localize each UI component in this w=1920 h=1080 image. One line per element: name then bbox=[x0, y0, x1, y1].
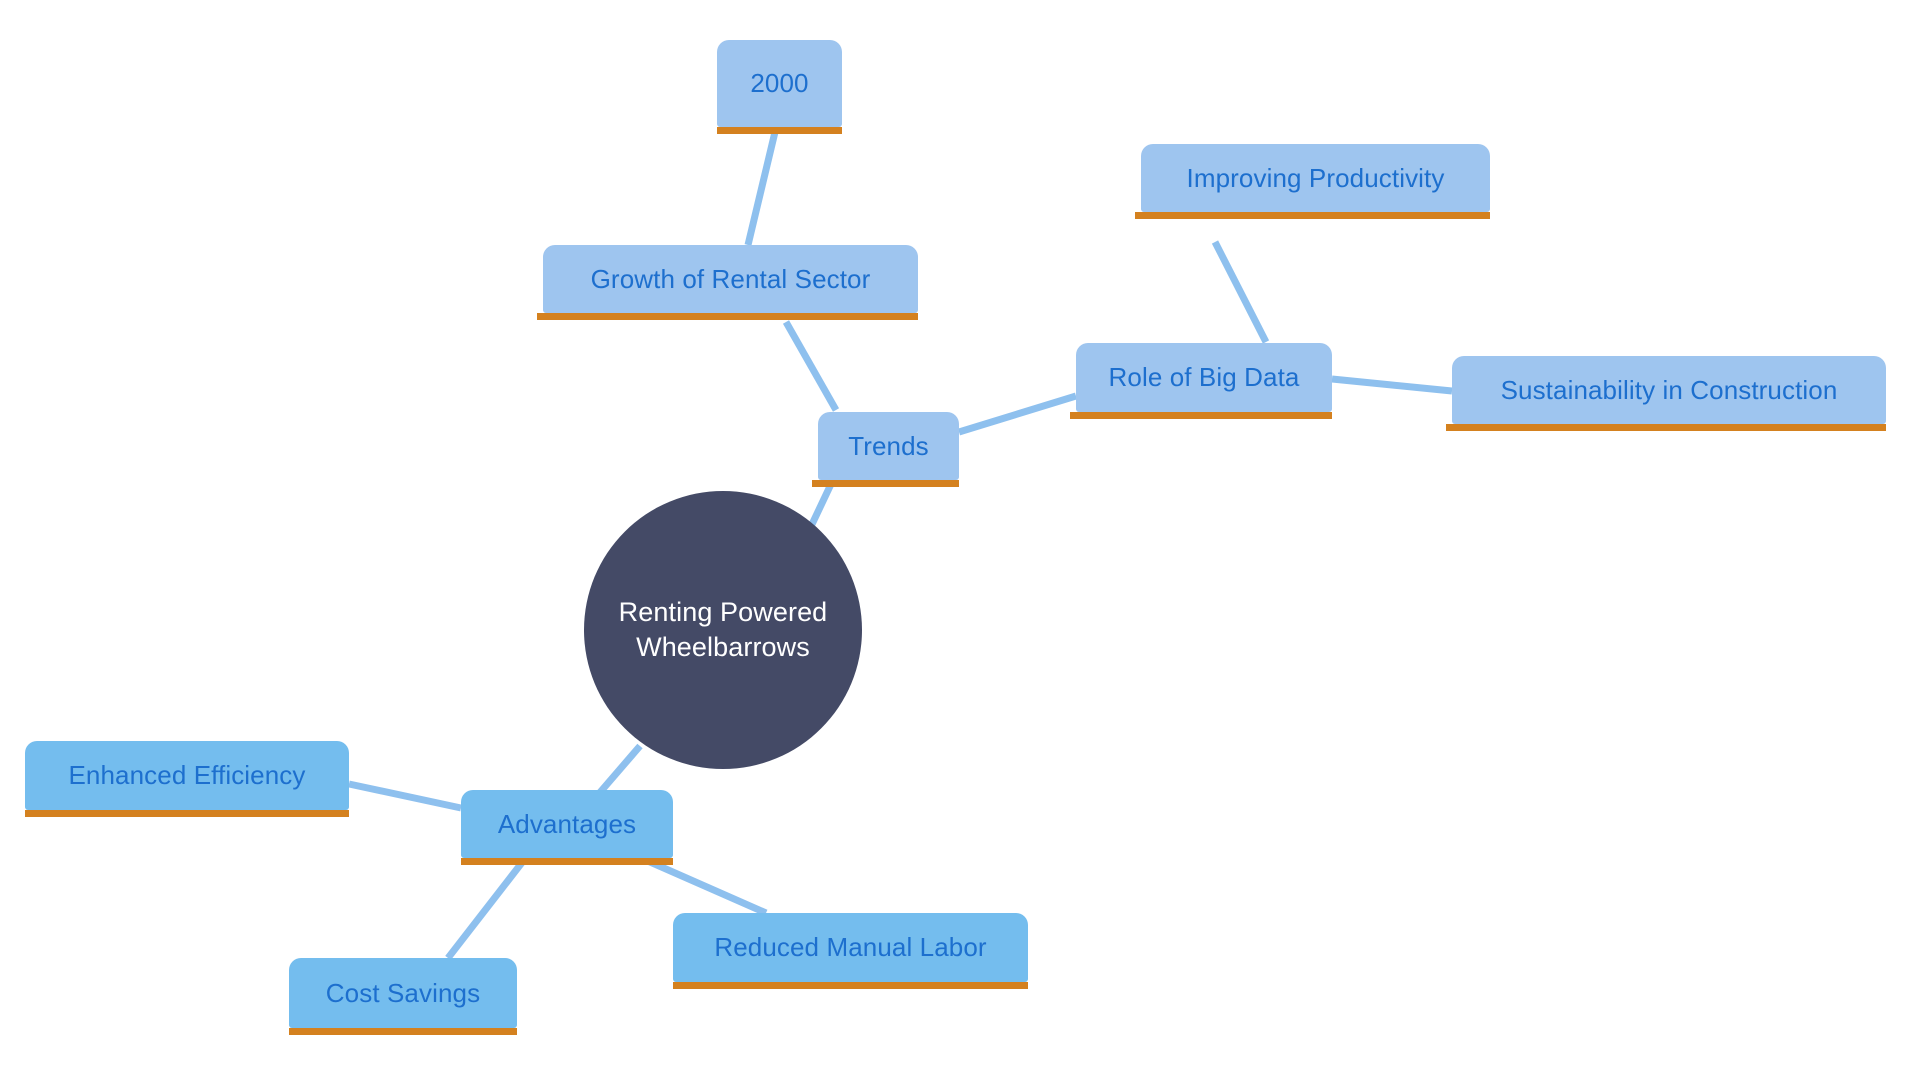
node-label-sustainability-in-construction: Sustainability in Construction bbox=[1500, 374, 1838, 405]
node-label-reduced-manual-labor: Reduced Manual Labor bbox=[714, 932, 987, 963]
node-advantages[interactable]: Advantages bbox=[461, 790, 673, 865]
node-label-enhanced-efficiency: Enhanced Efficiency bbox=[68, 760, 306, 791]
node-body-growth-of-rental-sector: Growth of Rental Sector bbox=[543, 245, 918, 313]
node-body-role-of-big-data: Role of Big Data bbox=[1076, 343, 1332, 412]
node-body-sustainability-in-construction: Sustainability in Construction bbox=[1452, 356, 1886, 424]
node-body-year-2000: 2000 bbox=[717, 40, 842, 127]
node-label-growth-of-rental-sector: Growth of Rental Sector bbox=[590, 263, 871, 294]
node-improving-productivity[interactable]: Improving Productivity bbox=[1135, 144, 1490, 219]
node-growth-of-rental-sector[interactable]: Growth of Rental Sector bbox=[537, 245, 918, 320]
node-body-improving-productivity: Improving Productivity bbox=[1141, 144, 1490, 212]
node-trends[interactable]: Trends bbox=[812, 412, 959, 487]
node-body-trends: Trends bbox=[818, 412, 959, 480]
node-body-cost-savings: Cost Savings bbox=[289, 958, 517, 1028]
root-node-label: Renting Powered Wheelbarrows bbox=[618, 597, 828, 662]
node-underline-improving-productivity bbox=[1135, 212, 1490, 219]
node-body-enhanced-efficiency: Enhanced Efficiency bbox=[25, 741, 349, 810]
node-label-improving-productivity: Improving Productivity bbox=[1186, 162, 1445, 193]
node-label-advantages: Advantages bbox=[497, 808, 637, 839]
node-body-reduced-manual-labor: Reduced Manual Labor bbox=[673, 913, 1028, 982]
node-underline-sustainability-in-construction bbox=[1446, 424, 1886, 431]
node-underline-reduced-manual-labor bbox=[673, 982, 1028, 989]
node-underline-role-of-big-data bbox=[1070, 412, 1332, 419]
node-year-2000[interactable]: 2000 bbox=[717, 40, 842, 134]
node-label-role-of-big-data: Role of Big Data bbox=[1108, 362, 1300, 393]
node-underline-enhanced-efficiency bbox=[25, 810, 349, 817]
node-label-cost-savings: Cost Savings bbox=[325, 977, 481, 1008]
node-label-year-2000: 2000 bbox=[750, 68, 809, 99]
node-body-advantages: Advantages bbox=[461, 790, 673, 858]
root-node[interactable]: Renting Powered Wheelbarrows bbox=[584, 491, 862, 769]
node-underline-trends bbox=[812, 480, 959, 487]
node-underline-cost-savings bbox=[289, 1028, 517, 1035]
node-enhanced-efficiency[interactable]: Enhanced Efficiency bbox=[25, 741, 349, 817]
node-layer: Renting Powered Wheelbarrows Trends Growt… bbox=[0, 0, 1920, 1080]
node-cost-savings[interactable]: Cost Savings bbox=[289, 958, 517, 1035]
node-role-of-big-data[interactable]: Role of Big Data bbox=[1070, 343, 1332, 419]
node-underline-advantages bbox=[461, 858, 673, 865]
node-underline-growth-of-rental-sector bbox=[537, 313, 918, 320]
node-label-trends: Trends bbox=[848, 430, 929, 461]
node-underline-year-2000 bbox=[717, 127, 842, 134]
node-reduced-manual-labor[interactable]: Reduced Manual Labor bbox=[673, 913, 1028, 989]
node-sustainability-in-construction[interactable]: Sustainability in Construction bbox=[1446, 356, 1886, 431]
mindmap-canvas: Renting Powered Wheelbarrows Trends Growt… bbox=[0, 0, 1920, 1080]
